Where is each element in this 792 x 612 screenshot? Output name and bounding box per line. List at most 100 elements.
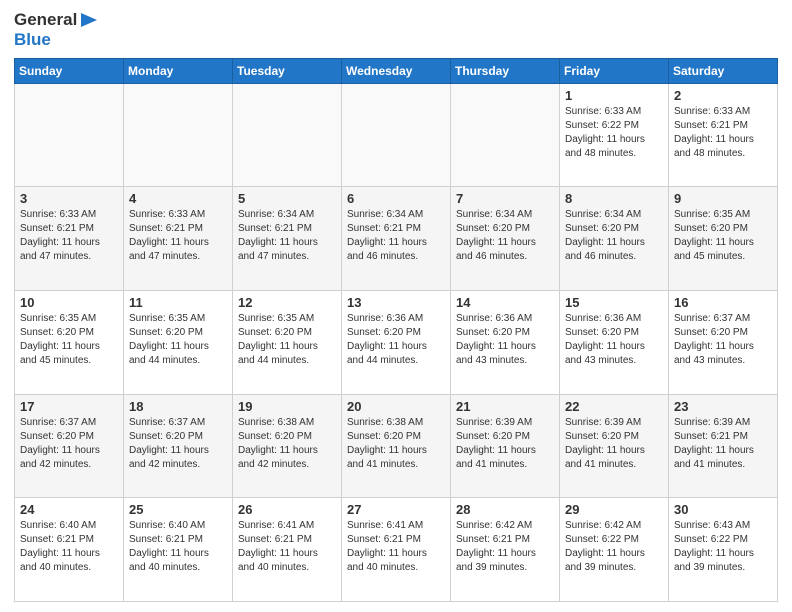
calendar-cell: 10 Sunrise: 6:35 AM Sunset: 6:20 PM Dayli… <box>15 290 124 394</box>
day-number: 2 <box>674 88 772 103</box>
logo-general-text: General <box>14 10 77 30</box>
day-number: 3 <box>20 191 118 206</box>
day-info: Sunrise: 6:36 AM Sunset: 6:20 PM Dayligh… <box>565 312 663 368</box>
calendar-cell <box>124 83 233 187</box>
day-info: Sunrise: 6:34 AM Sunset: 6:21 PM Dayligh… <box>347 208 445 264</box>
day-number: 30 <box>674 502 772 517</box>
day-number: 10 <box>20 295 118 310</box>
day-number: 21 <box>456 399 554 414</box>
day-of-week-header: Monday <box>124 58 233 83</box>
day-of-week-header: Saturday <box>669 58 778 83</box>
day-info: Sunrise: 6:41 AM Sunset: 6:21 PM Dayligh… <box>347 519 445 575</box>
page: General Blue SundayMondayTuesdayWednesda… <box>0 0 792 612</box>
day-number: 20 <box>347 399 445 414</box>
day-of-week-header: Tuesday <box>233 58 342 83</box>
calendar-cell: 11Sunrise: 6:35 AM Sunset: 6:20 PM Dayli… <box>124 290 233 394</box>
day-info: Sunrise: 6:33 AM Sunset: 6:21 PM Dayligh… <box>674 105 772 161</box>
day-number: 5 <box>238 191 336 206</box>
day-number: 12 <box>238 295 336 310</box>
calendar-table: SundayMondayTuesdayWednesdayThursdayFrid… <box>14 58 778 602</box>
calendar-cell: 6 Sunrise: 6:34 AM Sunset: 6:21 PM Daylig… <box>342 187 451 291</box>
day-info: Sunrise: 6:42 AM Sunset: 6:22 PM Dayligh… <box>565 519 663 575</box>
day-info: Sunrise: 6:37 AM Sunset: 6:20 PM Dayligh… <box>20 416 118 472</box>
calendar-cell: 14 Sunrise: 6:36 AM Sunset: 6:20 PM Dayli… <box>451 290 560 394</box>
day-info: Sunrise: 6:37 AM Sunset: 6:20 PM Dayligh… <box>674 312 772 368</box>
calendar-cell: 29 Sunrise: 6:42 AM Sunset: 6:22 PM Dayli… <box>560 498 669 602</box>
day-number: 22 <box>565 399 663 414</box>
calendar-cell: 9 Sunrise: 6:35 AM Sunset: 6:20 PM Daylig… <box>669 187 778 291</box>
calendar-cell: 16Sunrise: 6:37 AM Sunset: 6:20 PM Dayli… <box>669 290 778 394</box>
calendar-cell: 28Sunrise: 6:42 AM Sunset: 6:21 PM Dayli… <box>451 498 560 602</box>
calendar-cell: 18 Sunrise: 6:37 AM Sunset: 6:20 PM Dayli… <box>124 394 233 498</box>
day-info: Sunrise: 6:37 AM Sunset: 6:20 PM Dayligh… <box>129 416 227 472</box>
day-number: 23 <box>674 399 772 414</box>
day-number: 18 <box>129 399 227 414</box>
day-of-week-header: Friday <box>560 58 669 83</box>
calendar-cell: 2 Sunrise: 6:33 AM Sunset: 6:21 PM Daylig… <box>669 83 778 187</box>
calendar-cell: 30 Sunrise: 6:43 AM Sunset: 6:22 PM Dayli… <box>669 498 778 602</box>
calendar-cell <box>15 83 124 187</box>
day-info: Sunrise: 6:38 AM Sunset: 6:20 PM Dayligh… <box>347 416 445 472</box>
day-number: 8 <box>565 191 663 206</box>
logo: General Blue <box>14 10 99 50</box>
day-number: 17 <box>20 399 118 414</box>
logo-arrow-icon <box>79 10 99 30</box>
calendar-cell: 17 Sunrise: 6:37 AM Sunset: 6:20 PM Dayli… <box>15 394 124 498</box>
calendar-cell: 19Sunrise: 6:38 AM Sunset: 6:20 PM Dayli… <box>233 394 342 498</box>
day-info: Sunrise: 6:35 AM Sunset: 6:20 PM Dayligh… <box>674 208 772 264</box>
day-number: 7 <box>456 191 554 206</box>
day-info: Sunrise: 6:34 AM Sunset: 6:20 PM Dayligh… <box>565 208 663 264</box>
day-info: Sunrise: 6:39 AM Sunset: 6:20 PM Dayligh… <box>565 416 663 472</box>
calendar-cell: 22 Sunrise: 6:39 AM Sunset: 6:20 PM Dayli… <box>560 394 669 498</box>
header: General Blue <box>14 10 778 50</box>
day-number: 26 <box>238 502 336 517</box>
day-number: 1 <box>565 88 663 103</box>
calendar-cell: 4 Sunrise: 6:33 AM Sunset: 6:21 PM Daylig… <box>124 187 233 291</box>
calendar-cell: 27 Sunrise: 6:41 AM Sunset: 6:21 PM Dayli… <box>342 498 451 602</box>
calendar-cell: 21 Sunrise: 6:39 AM Sunset: 6:20 PM Dayli… <box>451 394 560 498</box>
day-info: Sunrise: 6:41 AM Sunset: 6:21 PM Dayligh… <box>238 519 336 575</box>
calendar-cell: 1Sunrise: 6:33 AM Sunset: 6:22 PM Daylig… <box>560 83 669 187</box>
day-info: Sunrise: 6:39 AM Sunset: 6:20 PM Dayligh… <box>456 416 554 472</box>
logo-container: General Blue <box>14 10 99 50</box>
calendar-cell: 7Sunrise: 6:34 AM Sunset: 6:20 PM Daylig… <box>451 187 560 291</box>
calendar-cell: 23 Sunrise: 6:39 AM Sunset: 6:21 PM Dayli… <box>669 394 778 498</box>
day-info: Sunrise: 6:43 AM Sunset: 6:22 PM Dayligh… <box>674 519 772 575</box>
calendar-cell: 26 Sunrise: 6:41 AM Sunset: 6:21 PM Dayli… <box>233 498 342 602</box>
day-number: 9 <box>674 191 772 206</box>
calendar-cell: 15 Sunrise: 6:36 AM Sunset: 6:20 PM Dayli… <box>560 290 669 394</box>
logo-blue-text: Blue <box>14 30 51 50</box>
day-info: Sunrise: 6:39 AM Sunset: 6:21 PM Dayligh… <box>674 416 772 472</box>
day-number: 13 <box>347 295 445 310</box>
calendar-cell: 25 Sunrise: 6:40 AM Sunset: 6:21 PM Dayli… <box>124 498 233 602</box>
calendar-cell: 12 Sunrise: 6:35 AM Sunset: 6:20 PM Dayli… <box>233 290 342 394</box>
day-info: Sunrise: 6:36 AM Sunset: 6:20 PM Dayligh… <box>456 312 554 368</box>
day-number: 27 <box>347 502 445 517</box>
day-number: 19 <box>238 399 336 414</box>
day-info: Sunrise: 6:34 AM Sunset: 6:21 PM Dayligh… <box>238 208 336 264</box>
day-info: Sunrise: 6:42 AM Sunset: 6:21 PM Dayligh… <box>456 519 554 575</box>
day-number: 25 <box>129 502 227 517</box>
calendar-cell <box>451 83 560 187</box>
day-number: 4 <box>129 191 227 206</box>
day-info: Sunrise: 6:35 AM Sunset: 6:20 PM Dayligh… <box>129 312 227 368</box>
day-number: 15 <box>565 295 663 310</box>
day-info: Sunrise: 6:35 AM Sunset: 6:20 PM Dayligh… <box>238 312 336 368</box>
calendar-cell: 5 Sunrise: 6:34 AM Sunset: 6:21 PM Daylig… <box>233 187 342 291</box>
calendar-cell: 13Sunrise: 6:36 AM Sunset: 6:20 PM Dayli… <box>342 290 451 394</box>
day-info: Sunrise: 6:35 AM Sunset: 6:20 PM Dayligh… <box>20 312 118 368</box>
calendar-cell: 24 Sunrise: 6:40 AM Sunset: 6:21 PM Dayli… <box>15 498 124 602</box>
day-info: Sunrise: 6:33 AM Sunset: 6:21 PM Dayligh… <box>20 208 118 264</box>
calendar-cell <box>342 83 451 187</box>
calendar-cell <box>233 83 342 187</box>
day-info: Sunrise: 6:40 AM Sunset: 6:21 PM Dayligh… <box>129 519 227 575</box>
day-of-week-header: Wednesday <box>342 58 451 83</box>
day-of-week-header: Thursday <box>451 58 560 83</box>
day-number: 14 <box>456 295 554 310</box>
day-info: Sunrise: 6:40 AM Sunset: 6:21 PM Dayligh… <box>20 519 118 575</box>
day-number: 24 <box>20 502 118 517</box>
day-number: 6 <box>347 191 445 206</box>
day-number: 29 <box>565 502 663 517</box>
calendar-cell: 3 Sunrise: 6:33 AM Sunset: 6:21 PM Daylig… <box>15 187 124 291</box>
day-info: Sunrise: 6:33 AM Sunset: 6:21 PM Dayligh… <box>129 208 227 264</box>
